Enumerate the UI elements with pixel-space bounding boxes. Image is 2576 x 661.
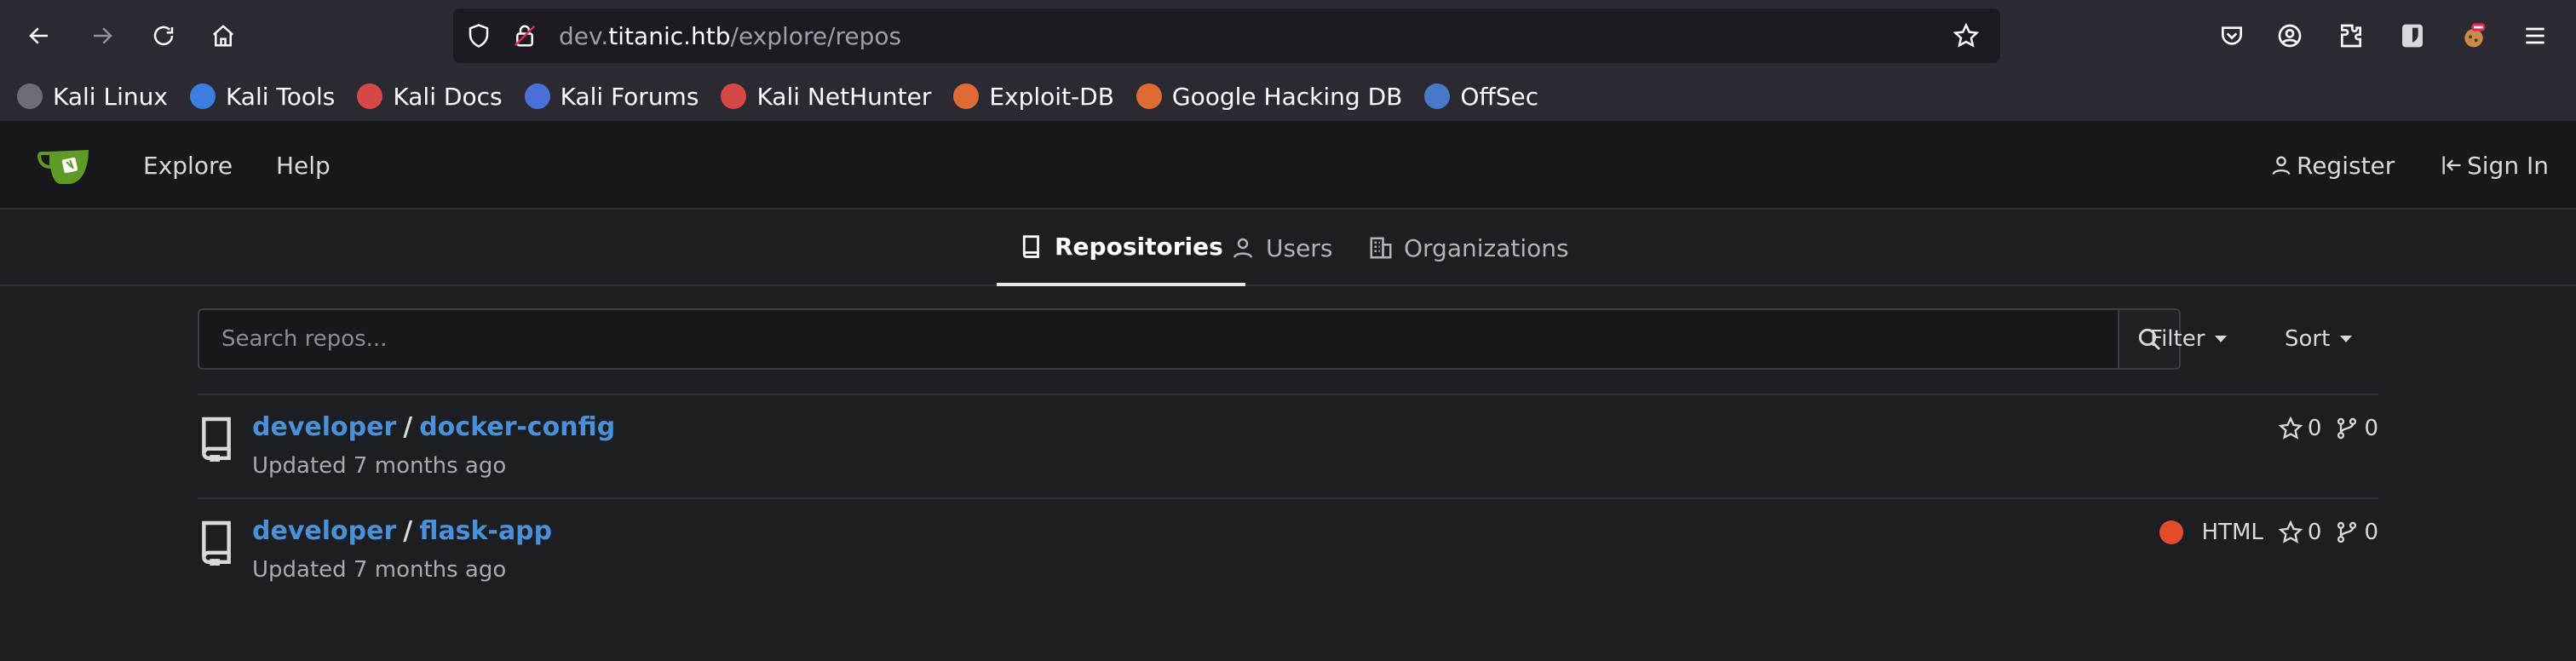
nav-explore[interactable]: Explore [143,121,233,210]
shield-icon[interactable] [465,22,492,49]
language-color-dot [2159,520,2183,544]
fork-icon [2337,521,2357,543]
bookmark-kali-tools[interactable]: Kali Tools [189,83,335,111]
url-text: dev.titanic.htb/explore/repos [559,21,902,50]
repo-forks[interactable]: 0 [2335,416,2378,441]
kali-nethunter-icon [721,83,747,109]
cookie-extension-icon[interactable] [2457,19,2491,53]
filter-dropdown[interactable]: Filter [2150,308,2228,370]
repo-name-link[interactable]: docker-config [419,412,615,442]
repo-stars[interactable]: 0 [2278,520,2321,545]
repo-title: developer / docker-config [252,412,615,442]
bookmark-kali-forums[interactable]: Kali Forums [524,83,699,111]
bookmark-star-icon[interactable] [1952,22,1980,49]
repo-item: developer / docker-config Updated 7 months… [198,395,2378,499]
repo-title-separator: / [403,516,413,546]
kali-dragon-icon [17,83,43,109]
home-icon[interactable] [203,15,244,56]
browser-chrome: dev.titanic.htb/explore/repos Kali Linux… [0,0,2576,121]
bookmark-google-hacking-db[interactable]: Google Hacking DB [1136,83,1402,111]
insecure-lock-icon[interactable] [511,22,538,49]
repo-stars[interactable]: 0 [2278,416,2321,441]
person-icon [1233,238,1253,258]
account-icon[interactable] [2273,19,2307,53]
repo-meta: 0 0 [2265,416,2378,441]
repo-language: HTML [2201,520,2263,545]
bookmark-offsec[interactable]: OffSec [1424,83,1538,111]
bookmark-exploit-db[interactable]: Exploit-DB [953,83,1114,111]
pocket-icon[interactable] [2215,19,2249,53]
repo-title: developer / flask-app [252,516,552,546]
reload-icon[interactable] [143,15,184,56]
bitwarden-icon[interactable] [2395,19,2429,53]
extensions-icon[interactable] [2334,19,2368,53]
repo-icon [202,520,231,566]
bookmarks-bar: Kali Linux Kali Tools Kali Docs Kali For… [0,72,2576,121]
exploit-db-icon [953,83,980,109]
repo-owner-link[interactable]: developer [252,516,396,546]
search-row: Filter Sort [198,308,2378,370]
organization-icon [1370,237,1392,259]
tab-users[interactable]: Users [1230,210,1332,286]
bookmark-kali-docs[interactable]: Kali Docs [357,83,503,111]
sign-in-icon [2442,156,2461,175]
google-hacking-db-icon [1136,83,1162,109]
back-icon[interactable] [19,15,60,56]
caret-down-icon [2340,336,2353,342]
offsec-icon [1424,83,1451,109]
nav-help[interactable]: Help [276,121,331,210]
repo-updated: Updated 7 months ago [252,557,507,583]
person-icon [2272,156,2291,175]
tab-organizations[interactable]: Organizations [1368,210,1569,286]
bookmark-kali-nethunter[interactable]: Kali NetHunter [721,83,931,111]
repo-owner-link[interactable]: developer [252,412,396,442]
browser-toolbar: dev.titanic.htb/explore/repos [0,0,2576,72]
repo-updated: Updated 7 months ago [252,453,507,479]
repo-forks[interactable]: 0 [2335,520,2378,545]
kali-docs-icon [357,83,383,109]
repo-icon [1022,235,1039,258]
kali-tools-icon [189,83,216,109]
star-icon [2278,417,2303,440]
sort-dropdown[interactable]: Sort [2285,308,2353,370]
kali-forums-icon [524,83,550,109]
menu-icon[interactable] [2518,19,2552,53]
bookmark-kali-linux[interactable]: Kali Linux [17,83,168,111]
site-header: Explore Help Register Sign In [0,121,2576,210]
fork-icon [2337,417,2357,440]
repo-meta: HTML 0 0 [2159,520,2378,545]
repo-name-link[interactable]: flask-app [419,516,552,546]
repo-title-separator: / [403,412,413,442]
repo-icon [202,417,231,462]
repo-item: developer / flask-app Updated 7 months ago… [198,499,2378,603]
gitea-logo-icon[interactable] [37,145,92,187]
caret-down-icon [2215,336,2228,342]
star-icon [2278,520,2303,543]
register-link[interactable]: Register [2269,121,2395,210]
repo-list: developer / docker-config Updated 7 months… [198,394,2378,603]
search-input[interactable] [199,310,2118,368]
url-bar[interactable]: dev.titanic.htb/explore/repos [453,9,2000,63]
tab-repositories[interactable]: Repositories [997,210,1245,286]
explore-tabs: Repositories Users Organizations [0,210,2576,286]
sign-in-link[interactable]: Sign In [2440,121,2549,210]
search-box [198,308,2119,370]
forward-icon[interactable] [82,15,123,56]
